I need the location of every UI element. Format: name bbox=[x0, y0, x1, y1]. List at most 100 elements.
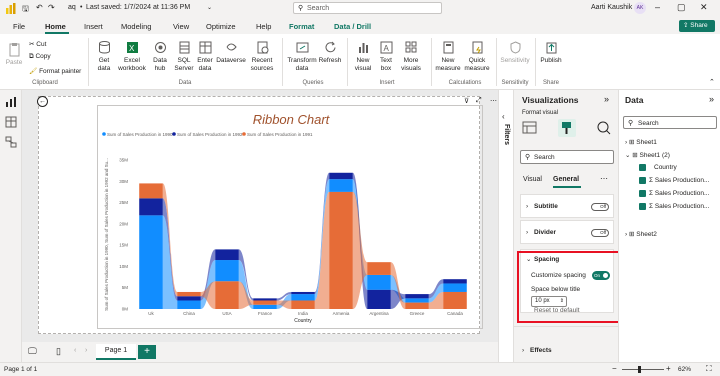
checkbox-checked-icon[interactable] bbox=[639, 164, 646, 171]
x-tick-label: Argentina bbox=[369, 311, 389, 316]
fit-to-page-icon[interactable]: ⛶ bbox=[706, 364, 712, 374]
effects-section[interactable]: Effects bbox=[530, 347, 552, 354]
sql-server-button[interactable]: SQL Server bbox=[172, 40, 196, 72]
share-button[interactable]: ⇪ Share bbox=[679, 20, 715, 32]
excel-button[interactable]: X Excel workbook bbox=[117, 40, 147, 72]
filters-pane[interactable]: ‹ Filters bbox=[498, 90, 513, 362]
field-sales-3[interactable]: Σ Sales Production... bbox=[639, 203, 709, 210]
checkbox-checked-icon[interactable] bbox=[639, 190, 646, 197]
table-sheet1[interactable]: › ⊞ Sheet1 bbox=[625, 138, 657, 146]
recent-sources-label: Recent sources bbox=[250, 57, 274, 72]
tab-format[interactable]: Format bbox=[289, 22, 314, 31]
zoom-slider-thumb[interactable] bbox=[638, 366, 641, 373]
collapse-data-icon[interactable]: » bbox=[709, 94, 714, 104]
cut-button[interactable]: ✂ Cut bbox=[29, 40, 46, 48]
checkbox-checked-icon[interactable] bbox=[639, 177, 646, 184]
bar-segment bbox=[291, 294, 315, 301]
bar-segment bbox=[443, 291, 467, 309]
tab-view[interactable]: View bbox=[173, 22, 189, 31]
next-page-icon[interactable]: › bbox=[85, 347, 87, 354]
sensitivity-button[interactable]: Sensitivity bbox=[499, 40, 531, 65]
avatar[interactable]: AK bbox=[634, 2, 646, 14]
chevron-down-icon[interactable]: ⌄ bbox=[207, 4, 212, 11]
focus-mode-icon[interactable]: ⤢ bbox=[476, 97, 482, 105]
collapse-filters-icon[interactable]: ‹ bbox=[502, 112, 505, 121]
tab-file[interactable]: File bbox=[13, 22, 25, 31]
more-visuals-button[interactable]: More visuals bbox=[397, 40, 425, 72]
get-data-button[interactable]: Get data bbox=[92, 40, 116, 72]
tab-home[interactable]: Home bbox=[45, 22, 66, 31]
data-search-input[interactable]: ⚲ Search bbox=[623, 116, 717, 129]
zoom-out-icon[interactable]: − bbox=[612, 364, 617, 373]
close-icon[interactable]: ✕ bbox=[700, 2, 708, 13]
divider-toggle[interactable]: Off bbox=[591, 229, 609, 237]
x-tick-label: USA bbox=[222, 311, 231, 316]
new-visual-button[interactable]: New visual bbox=[350, 40, 376, 72]
mobile-layout-icon[interactable]: ▯ bbox=[56, 346, 61, 357]
back-arrow-icon[interactable]: ← bbox=[37, 96, 48, 107]
enter-data-button[interactable]: Enter data bbox=[195, 40, 215, 72]
filter-icon[interactable]: ⊽ bbox=[464, 97, 469, 105]
subtitle-toggle[interactable]: Off bbox=[591, 203, 609, 211]
collapse-viz-icon[interactable]: » bbox=[604, 94, 609, 104]
tab-data-drill[interactable]: Data / Drill bbox=[334, 22, 371, 31]
format-painter-button[interactable]: 🖌 Format painter bbox=[29, 67, 81, 75]
maximize-icon[interactable]: ▢ bbox=[677, 2, 686, 13]
highlight-box bbox=[517, 251, 623, 323]
checkbox-checked-icon[interactable] bbox=[639, 203, 646, 210]
data-group-label: Data bbox=[178, 80, 192, 86]
new-measure-button[interactable]: New measure bbox=[434, 40, 462, 72]
copy-button[interactable]: ⧉ Copy bbox=[29, 53, 51, 61]
more-options-icon[interactable]: ⋯ bbox=[600, 174, 608, 183]
ribbon-chart-visual[interactable]: ⊽ ⤢ ⋯ Ribbon Chart Sum of Sales Productio… bbox=[97, 97, 497, 329]
refresh-button[interactable]: Refresh bbox=[318, 40, 342, 65]
table-sheet2[interactable]: › ⊞ Sheet2 bbox=[625, 230, 657, 238]
prev-page-icon[interactable]: ‹ bbox=[74, 347, 76, 354]
page-tab[interactable]: Page 1 bbox=[96, 344, 136, 360]
redo-icon[interactable]: ↷ bbox=[48, 3, 55, 12]
analytics-icon[interactable] bbox=[596, 120, 612, 136]
quick-measure-button[interactable]: Quick measure bbox=[463, 40, 491, 72]
paste-button[interactable]: Paste bbox=[5, 42, 23, 67]
table-view-icon[interactable] bbox=[5, 116, 17, 128]
text-box-button[interactable]: A Text box bbox=[376, 40, 396, 72]
add-page-button[interactable]: + bbox=[138, 345, 156, 359]
tab-visual[interactable]: Visual bbox=[523, 176, 542, 183]
dataverse-button[interactable]: Dataverse bbox=[215, 40, 247, 65]
calculator-icon bbox=[443, 41, 453, 54]
data-hub-button[interactable]: Data hub bbox=[148, 40, 172, 72]
transform-data-button[interactable]: Transform data bbox=[285, 40, 319, 72]
subtitle-card[interactable]: › Subtitle Off bbox=[520, 194, 614, 218]
undo-icon[interactable]: ↶ bbox=[36, 3, 43, 12]
bar-segment bbox=[405, 298, 429, 303]
format-visual-tab[interactable] bbox=[558, 119, 576, 137]
table-sheet1-2[interactable]: ⌄ ⊞ Sheet1 (2) bbox=[625, 151, 670, 159]
bar-segment bbox=[139, 215, 163, 309]
more-options-icon[interactable]: ⋯ bbox=[490, 97, 497, 105]
build-visual-icon[interactable] bbox=[522, 120, 538, 136]
field-sales-1[interactable]: Σ Sales Production... bbox=[639, 177, 709, 184]
recent-sources-button[interactable]: Recent sources bbox=[247, 40, 277, 72]
field-sales-3-label: Sales Production... bbox=[654, 203, 710, 211]
tab-insert[interactable]: Insert bbox=[84, 22, 103, 31]
zoom-slider[interactable] bbox=[622, 369, 664, 370]
viz-search-input[interactable]: ⚲ Search bbox=[520, 150, 614, 164]
tab-optimize[interactable]: Optimize bbox=[206, 22, 236, 31]
desktop-layout-icon[interactable]: 🖵 bbox=[28, 346, 37, 357]
divider-card[interactable]: › Divider Off bbox=[520, 220, 614, 244]
field-country[interactable]: Country bbox=[639, 164, 677, 171]
tab-modeling[interactable]: Modeling bbox=[121, 22, 151, 31]
tab-help[interactable]: Help bbox=[256, 22, 271, 31]
report-view-icon[interactable] bbox=[5, 96, 17, 108]
save-icon[interactable]: 🖫 bbox=[22, 3, 29, 17]
field-sales-2[interactable]: Σ Sales Production... bbox=[639, 190, 709, 197]
tab-general[interactable]: General bbox=[553, 176, 579, 183]
collapse-ribbon-icon[interactable]: ⌃ bbox=[709, 78, 715, 86]
model-view-icon[interactable] bbox=[5, 136, 17, 148]
chart-title: Ribbon Chart bbox=[253, 112, 331, 127]
publish-button[interactable]: Publish bbox=[538, 40, 564, 65]
zoom-in-icon[interactable]: + bbox=[666, 364, 671, 373]
search-box[interactable]: ⚲ Search bbox=[293, 2, 442, 14]
report-page[interactable]: ← ⊽ ⤢ ⋯ Ribbon Chart Sum of Sales Product… bbox=[37, 96, 497, 334]
minimize-icon[interactable]: – bbox=[655, 2, 660, 12]
